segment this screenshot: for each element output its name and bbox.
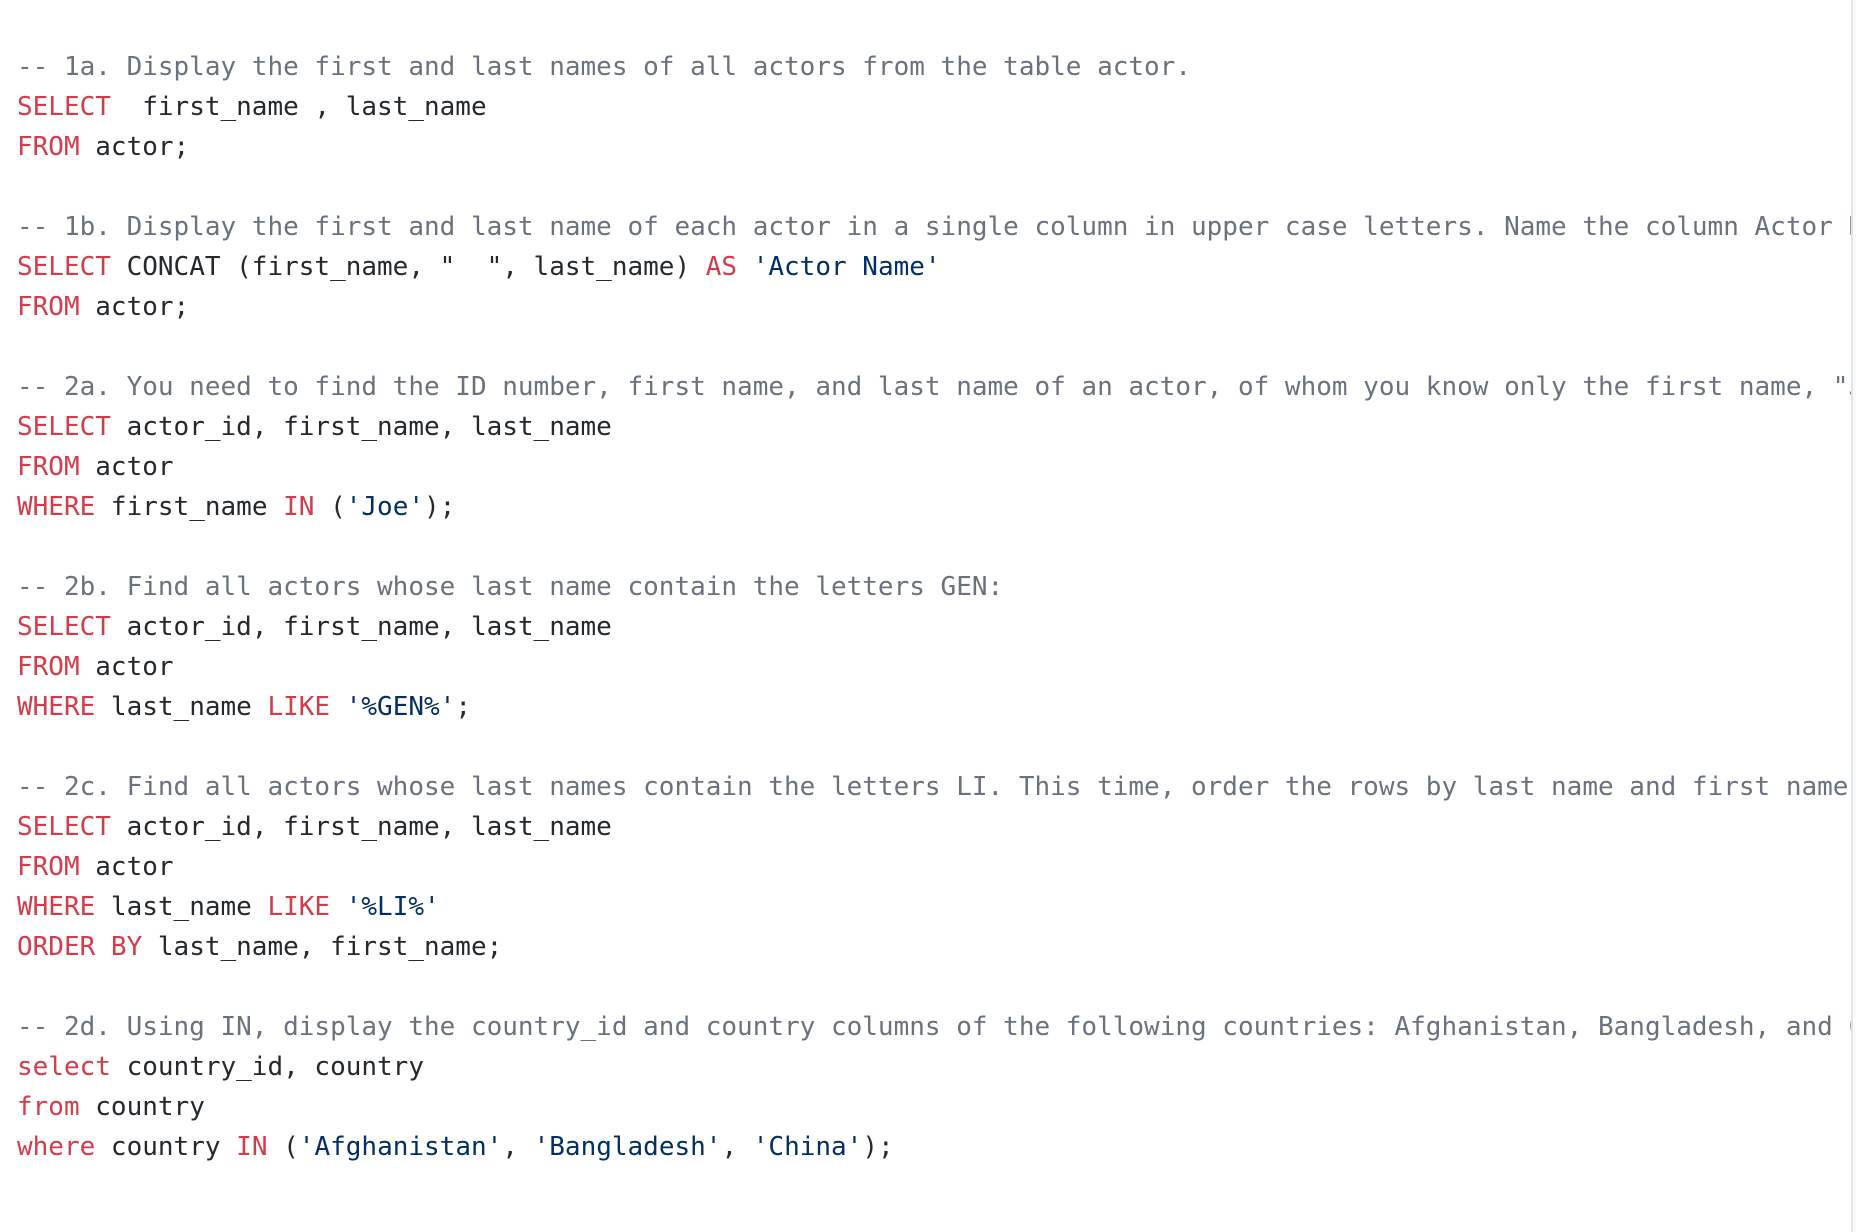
code-line: -- 2c. Find all actors whose last names … [17,767,1851,807]
keyword-token: WHERE [17,892,96,922]
code-line: FROM actor; [17,127,1851,167]
code-line: ORDER BY last_name, first_name; [17,927,1851,967]
code-line: use sakila; [17,0,1851,7]
plain-token: last_name, first_name; [142,932,503,962]
keyword-token: IN [236,1132,268,1162]
code-line: SELECT actor_id, first_name, last_name [17,607,1851,647]
plain-token: actor_id, first_name, last_name [110,412,612,442]
keyword-token: use [17,0,64,2]
plain-token: last_name [95,692,268,722]
plain-token: , [721,1132,753,1162]
code-line: -- 1b. Display the first and last name o… [17,207,1851,247]
keyword-token: SELECT [17,812,111,842]
plain-token: actor [79,652,174,682]
plain-token: actor [79,452,174,482]
keyword-token: ORDER BY [17,932,143,962]
keyword-token: SELECT [17,612,111,642]
plain-token: last_name [95,892,268,922]
plain-token: CONCAT (first_name, " ", last_name) [110,252,706,282]
code-line: SELECT actor_id, first_name, last_name [17,807,1851,847]
code-line: SELECT CONCAT (first_name, " ", last_nam… [17,247,1851,287]
keyword-token: LIKE [267,692,331,722]
keyword-token: FROM [17,852,80,882]
code-view[interactable]: use sakila; -- 1a. Display the first and… [0,0,1851,1232]
keyword-token: AS [705,252,738,282]
keyword-token: from [17,1092,80,1122]
comment-token: -- 2c. Find all actors whose last names … [17,772,1851,802]
code-line: -- 1a. Display the first and last names … [17,47,1851,87]
code-line: from country [17,1087,1851,1127]
keyword-token: WHERE [17,692,96,722]
keyword-token: where [17,1132,96,1162]
code-block: use sakila; -- 1a. Display the first and… [17,0,1851,1167]
keyword-token: SELECT [17,412,111,442]
code-line: WHERE first_name IN ('Joe'); [17,487,1851,527]
string-token: '%GEN%' [345,692,456,722]
plain-token: first_name , last_name [110,92,487,122]
plain-token: actor [79,852,174,882]
plain-token: country_id, country [110,1052,424,1082]
keyword-token: FROM [17,132,80,162]
code-line: FROM actor [17,447,1851,487]
plain-token: ); [862,1132,894,1162]
keyword-token: WHERE [17,492,96,522]
plain-token: country [79,1092,205,1122]
code-line: -- 2d. Using IN, display the country_id … [17,1007,1851,1047]
code-line: SELECT first_name , last_name [17,87,1851,127]
plain-token: ( [314,492,346,522]
plain-token: ); [424,492,456,522]
code-line: select country_id, country [17,1047,1851,1087]
code-line: SELECT actor_id, first_name, last_name [17,407,1851,447]
keyword-token: LIKE [267,892,331,922]
string-token: '%LI%' [345,892,440,922]
code-line: FROM actor [17,847,1851,887]
plain-token: first_name [95,492,284,522]
string-token: 'Afghanistan' [298,1132,503,1162]
code-line: where country IN ('Afghanistan', 'Bangla… [17,1127,1851,1167]
code-line: WHERE last_name LIKE '%LI%' [17,887,1851,927]
code-line: FROM actor [17,647,1851,687]
code-line: -- 2b. Find all actors whose last name c… [17,567,1851,607]
keyword-token: FROM [17,652,80,682]
string-token: 'Bangladesh' [533,1132,722,1162]
plain-token: actor; [79,132,190,162]
comment-token: -- 2b. Find all actors whose last name c… [17,572,1004,602]
keyword-token: SELECT [17,92,111,122]
plain-token: actor_id, first_name, last_name [110,612,612,642]
code-line: WHERE last_name LIKE '%GEN%'; [17,687,1851,727]
keyword-token: FROM [17,292,80,322]
code-line: FROM actor; [17,287,1851,327]
keyword-token: SELECT [17,252,111,282]
comment-token: -- 2a. You need to find the ID number, f… [17,372,1851,402]
comment-token: -- 2d. Using IN, display the country_id … [17,1012,1851,1042]
string-token: 'Actor Name' [752,252,941,282]
plain-token: ; [455,692,471,722]
plain-token: country [95,1132,237,1162]
comment-token: -- 1b. Display the first and last name o… [17,212,1851,242]
string-token: 'China' [752,1132,863,1162]
keyword-token: select [17,1052,111,1082]
comment-token: -- 1a. Display the first and last names … [17,52,1191,82]
plain-token: actor; [79,292,190,322]
plain-token: , [502,1132,534,1162]
plain-token: actor_id, first_name, last_name [110,812,612,842]
keyword-token: IN [283,492,315,522]
code-line: -- 2a. You need to find the ID number, f… [17,367,1851,407]
plain-token: ( [267,1132,299,1162]
plain-token: sakila; [64,0,190,2]
keyword-token: FROM [17,452,80,482]
string-token: 'Joe' [345,492,425,522]
